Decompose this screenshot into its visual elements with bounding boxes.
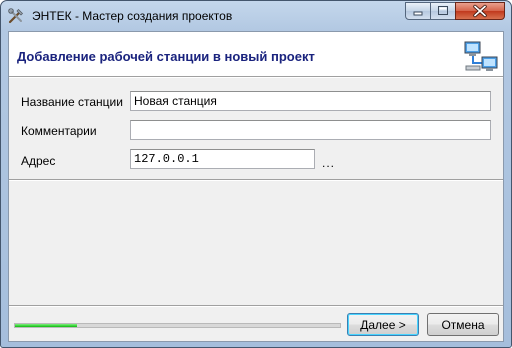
- network-computers-icon: [464, 41, 498, 73]
- tools-icon: [8, 8, 24, 24]
- progress-fill: [15, 324, 77, 327]
- maximize-icon: [438, 6, 448, 15]
- comments-field[interactable]: [130, 120, 491, 140]
- address-field[interactable]: [130, 149, 315, 169]
- station-name-field[interactable]: [130, 91, 491, 111]
- window-title: ЭНТЕК - Мастер создания проектов: [32, 9, 233, 23]
- wizard-window: ЭНТЕК - Мастер создания проектов Добавле…: [0, 0, 512, 348]
- wizard-header: Добавление рабочей станции в новый проек…: [9, 32, 503, 76]
- address-browse-button[interactable]: ...: [322, 156, 335, 170]
- footer-divider-highlight: [9, 306, 503, 307]
- minimize-icon: [413, 11, 423, 16]
- comments-label: Комментарии: [21, 124, 97, 138]
- address-label: Адрес: [21, 154, 56, 168]
- maximize-button[interactable]: [430, 2, 456, 20]
- minimize-button[interactable]: [405, 2, 431, 20]
- close-icon: [473, 4, 487, 18]
- next-button[interactable]: Далее >: [347, 313, 419, 336]
- cancel-button[interactable]: Отмена: [427, 313, 499, 336]
- form-divider-highlight: [9, 180, 503, 181]
- header-divider-highlight: [9, 77, 503, 78]
- close-button[interactable]: [455, 2, 505, 20]
- station-name-label: Название станции: [21, 95, 123, 109]
- page-title: Добавление рабочей станции в новый проек…: [17, 49, 315, 64]
- title-bar[interactable]: ЭНТЕК - Мастер создания проектов: [1, 1, 511, 31]
- wizard-progress-bar: [14, 323, 341, 328]
- wizard-body: Добавление рабочей станции в новый проек…: [8, 31, 504, 342]
